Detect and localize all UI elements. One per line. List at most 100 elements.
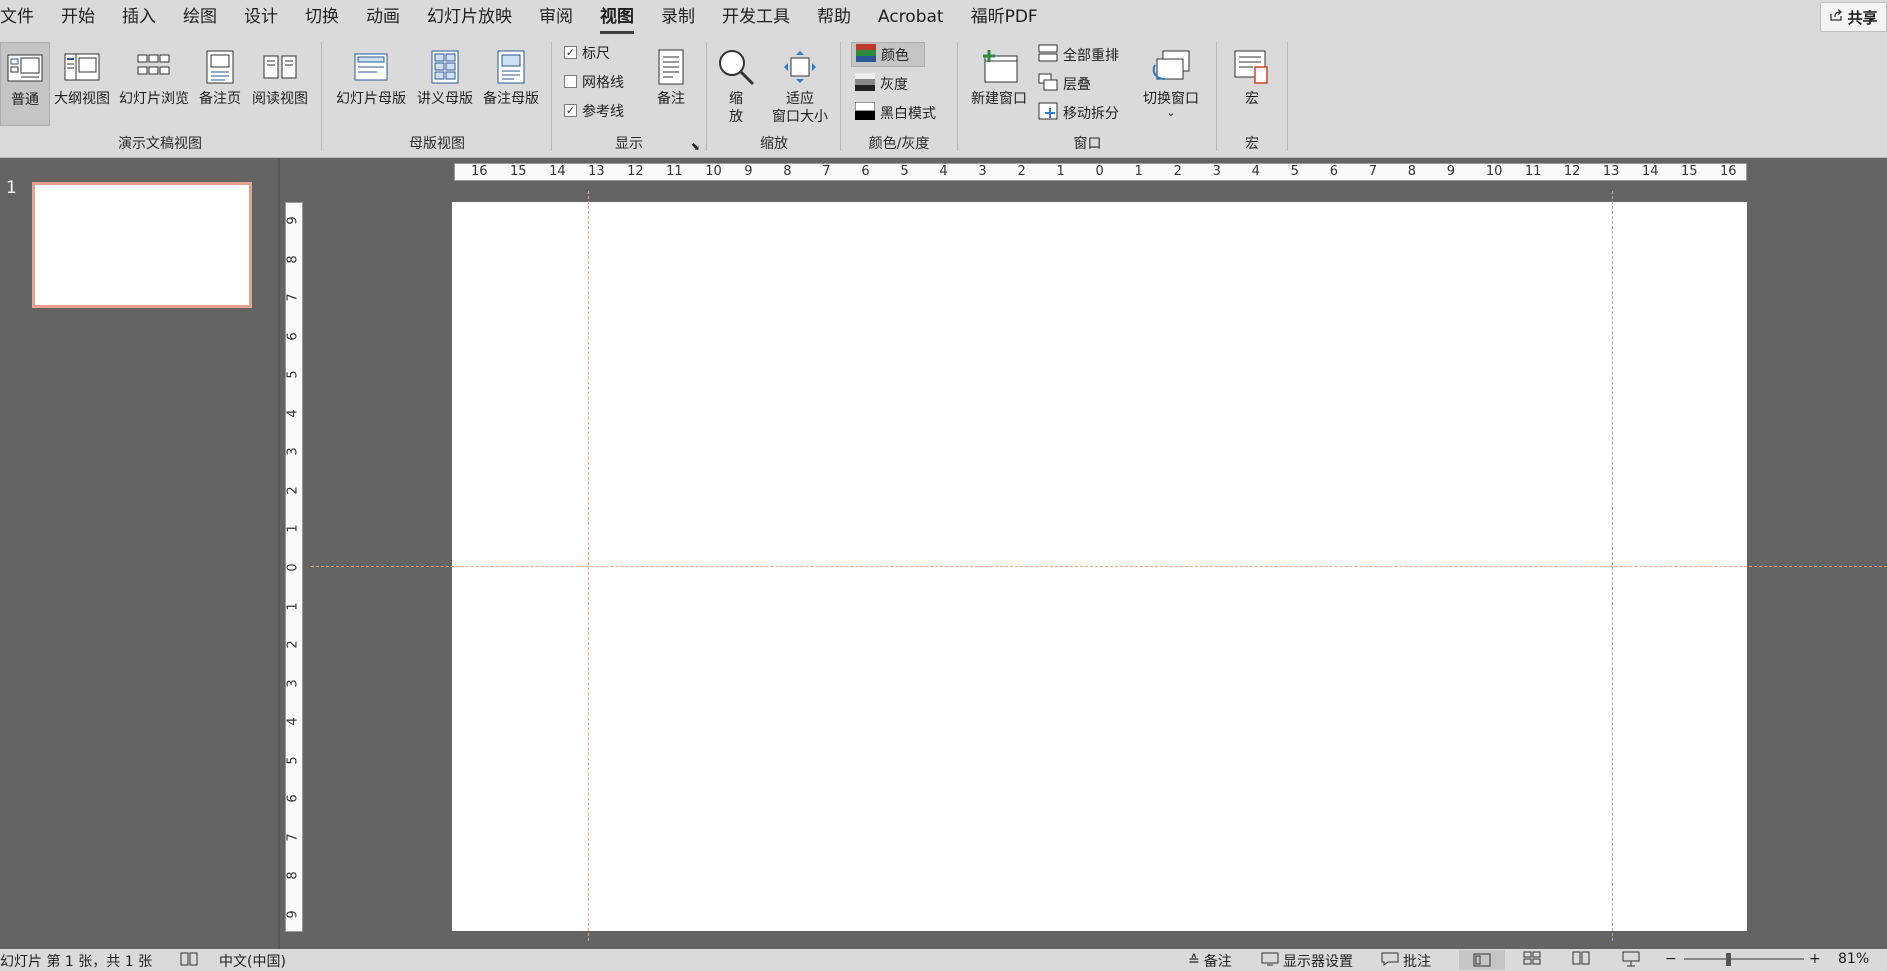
pane-splitter[interactable] xyxy=(278,158,280,949)
arrange-all-button[interactable]: 全部重排 xyxy=(1034,42,1123,67)
accessibility-icon[interactable] xyxy=(180,951,198,967)
ruler-tick-label: 3 xyxy=(1212,164,1221,179)
menu-tab-8[interactable]: 审阅 xyxy=(526,0,587,36)
menu-tab-13[interactable]: Acrobat xyxy=(865,0,958,36)
display-settings-button[interactable]: 显示器设置 xyxy=(1261,951,1353,971)
zoom-in-button[interactable]: + xyxy=(1809,951,1821,967)
group-label-macros: 宏 xyxy=(1245,136,1259,152)
comments-button[interactable]: 批注 xyxy=(1381,951,1431,971)
ruler-tick-label: 13 xyxy=(588,164,605,179)
notes-page-button[interactable]: 备注页 xyxy=(195,42,245,126)
ruler-tick-label: 2 xyxy=(1173,164,1182,179)
ruler-tick-label: 4 xyxy=(1251,164,1260,179)
horizontal-ruler[interactable]: 16 15 14 13 12 11 10 9 8 7 6 5 4 3 2 1 0 1 2 3 4 5 6 7 8 9 10 11 12 1… xyxy=(454,163,1747,181)
ruler-check-icon: ✓ xyxy=(564,46,577,59)
zoom-slider[interactable] xyxy=(1684,958,1804,960)
zoom-button[interactable]: 缩 放 xyxy=(717,42,755,126)
ruler-tick-label: 16 xyxy=(471,164,488,179)
macros-button[interactable]: 宏 xyxy=(1229,42,1275,126)
menu-tab-4[interactable]: 设计 xyxy=(231,0,292,36)
menu-tab-0[interactable]: 文件 xyxy=(0,0,48,36)
share-button[interactable]: 共享 xyxy=(1820,2,1887,32)
cascade-button[interactable]: 层叠 xyxy=(1034,71,1095,96)
ruler-tick-label: 16 xyxy=(1720,164,1737,179)
zoom-slider-thumb[interactable] xyxy=(1726,953,1731,966)
menu-tab-9[interactable]: 视图 xyxy=(587,0,648,36)
outline-view-label: 大纲视图 xyxy=(54,91,110,107)
normal-view-button[interactable]: 普通 xyxy=(0,42,50,126)
fit-to-window-label: 适应 窗口大小 xyxy=(772,91,828,125)
ruler-label: 标尺 xyxy=(582,45,610,62)
menu-tab-11[interactable]: 开发工具 xyxy=(709,0,804,36)
ruler-tick-label: 1 xyxy=(285,524,301,534)
menu-tab-1[interactable]: 开始 xyxy=(48,0,109,36)
macros-icon xyxy=(1233,46,1271,88)
horizontal-guide[interactable] xyxy=(311,566,1887,567)
ribbon-separator xyxy=(957,42,958,151)
slide-sorter-status-icon[interactable] xyxy=(1523,951,1541,965)
reading-view-icon xyxy=(262,46,298,88)
menu-tab-14[interactable]: 福昕PDF xyxy=(958,0,1052,36)
ruler-tick-label: 0 xyxy=(1095,164,1104,179)
ribbon-separator xyxy=(840,42,841,151)
guides-label: 参考线 xyxy=(582,103,624,120)
handout-master-icon xyxy=(430,46,460,88)
slideshow-status-icon[interactable] xyxy=(1622,951,1640,967)
new-window-label: 新建窗口 xyxy=(971,91,1027,107)
move-split-label: 移动拆分 xyxy=(1063,105,1119,122)
notes-button[interactable]: 备注 xyxy=(646,42,696,126)
slide-sorter-button[interactable]: 幻灯片浏览 xyxy=(116,42,192,126)
move-split-button[interactable]: 移动拆分 xyxy=(1034,100,1123,125)
language-indicator[interactable]: 中文(中国) xyxy=(219,951,286,971)
normal-view-status-button[interactable] xyxy=(1459,950,1505,970)
group-zoom: 缩 放 适应 窗口大小 缩放 xyxy=(709,36,839,157)
share-label: 共享 xyxy=(1847,8,1878,27)
menu-tab-2[interactable]: 插入 xyxy=(109,0,170,36)
gridlines-checkbox[interactable]: 网格线 xyxy=(560,69,628,94)
menu-tab-5[interactable]: 切换 xyxy=(292,0,353,36)
vertical-ruler[interactable]: 9 8 7 6 5 4 3 2 1 0 1 2 3 4 5 6 7 8 9 xyxy=(285,202,303,932)
group-label-master-views: 母版视图 xyxy=(409,136,465,152)
menu-tab-10[interactable]: 录制 xyxy=(648,0,709,36)
zoom-level[interactable]: 81% xyxy=(1838,951,1869,967)
color-button[interactable]: 颜色 xyxy=(851,42,925,67)
reading-view-status-icon[interactable] xyxy=(1572,951,1590,965)
arrange-all-label: 全部重排 xyxy=(1063,47,1119,64)
notes-label: 备注 xyxy=(657,91,685,107)
slide-master-icon xyxy=(353,46,389,88)
notes-toggle[interactable]: ≙ 备注 xyxy=(1188,951,1232,971)
switch-window-button[interactable]: 切换窗口 ⌄ xyxy=(1138,42,1204,126)
ruler-checkbox[interactable]: ✓ 标尺 xyxy=(560,40,614,65)
ruler-tick-label: 10 xyxy=(705,164,722,179)
slide-thumbnail[interactable] xyxy=(32,182,252,308)
slide-master-button[interactable]: 幻灯片母版 xyxy=(332,42,410,126)
ruler-tick-label: 1 xyxy=(285,601,301,611)
zoom-out-button[interactable]: − xyxy=(1665,951,1677,967)
notes-page-label: 备注页 xyxy=(199,91,241,107)
slide-master-label: 幻灯片母版 xyxy=(336,91,406,107)
ruler-tick-label: 7 xyxy=(285,293,301,302)
outline-view-button[interactable]: 大纲视图 xyxy=(52,42,112,126)
ruler-tick-label: 15 xyxy=(510,164,527,179)
handout-master-button[interactable]: 讲义母版 xyxy=(413,42,477,126)
share-icon xyxy=(1829,8,1843,26)
menu-tab-12[interactable]: 帮助 xyxy=(804,0,865,36)
menu-tab-6[interactable]: 动画 xyxy=(353,0,414,36)
dialog-launcher-icon[interactable]: ⬊ xyxy=(691,140,700,153)
black-white-label: 黑白模式 xyxy=(880,105,936,122)
notes-master-button[interactable]: 备注母版 xyxy=(479,42,543,126)
guides-checkbox[interactable]: ✓ 参考线 xyxy=(560,98,628,123)
black-white-button[interactable]: 黑白模式 xyxy=(851,100,940,125)
new-window-icon xyxy=(979,46,1019,88)
grayscale-button[interactable]: 灰度 xyxy=(851,71,912,96)
reading-view-button[interactable]: 阅读视图 xyxy=(248,42,312,126)
new-window-button[interactable]: 新建窗口 xyxy=(966,42,1032,126)
notes-icon xyxy=(657,46,685,88)
fit-to-window-button[interactable]: 适应 窗口大小 xyxy=(765,42,835,126)
comment-icon xyxy=(1381,952,1399,970)
ruler-tick-label: 15 xyxy=(1680,164,1698,179)
ribbon-separator xyxy=(1216,42,1217,151)
menu-tab-7[interactable]: 幻灯片放映 xyxy=(414,0,526,36)
menu-tab-3[interactable]: 绘图 xyxy=(170,0,231,36)
outline-view-icon xyxy=(64,46,100,88)
